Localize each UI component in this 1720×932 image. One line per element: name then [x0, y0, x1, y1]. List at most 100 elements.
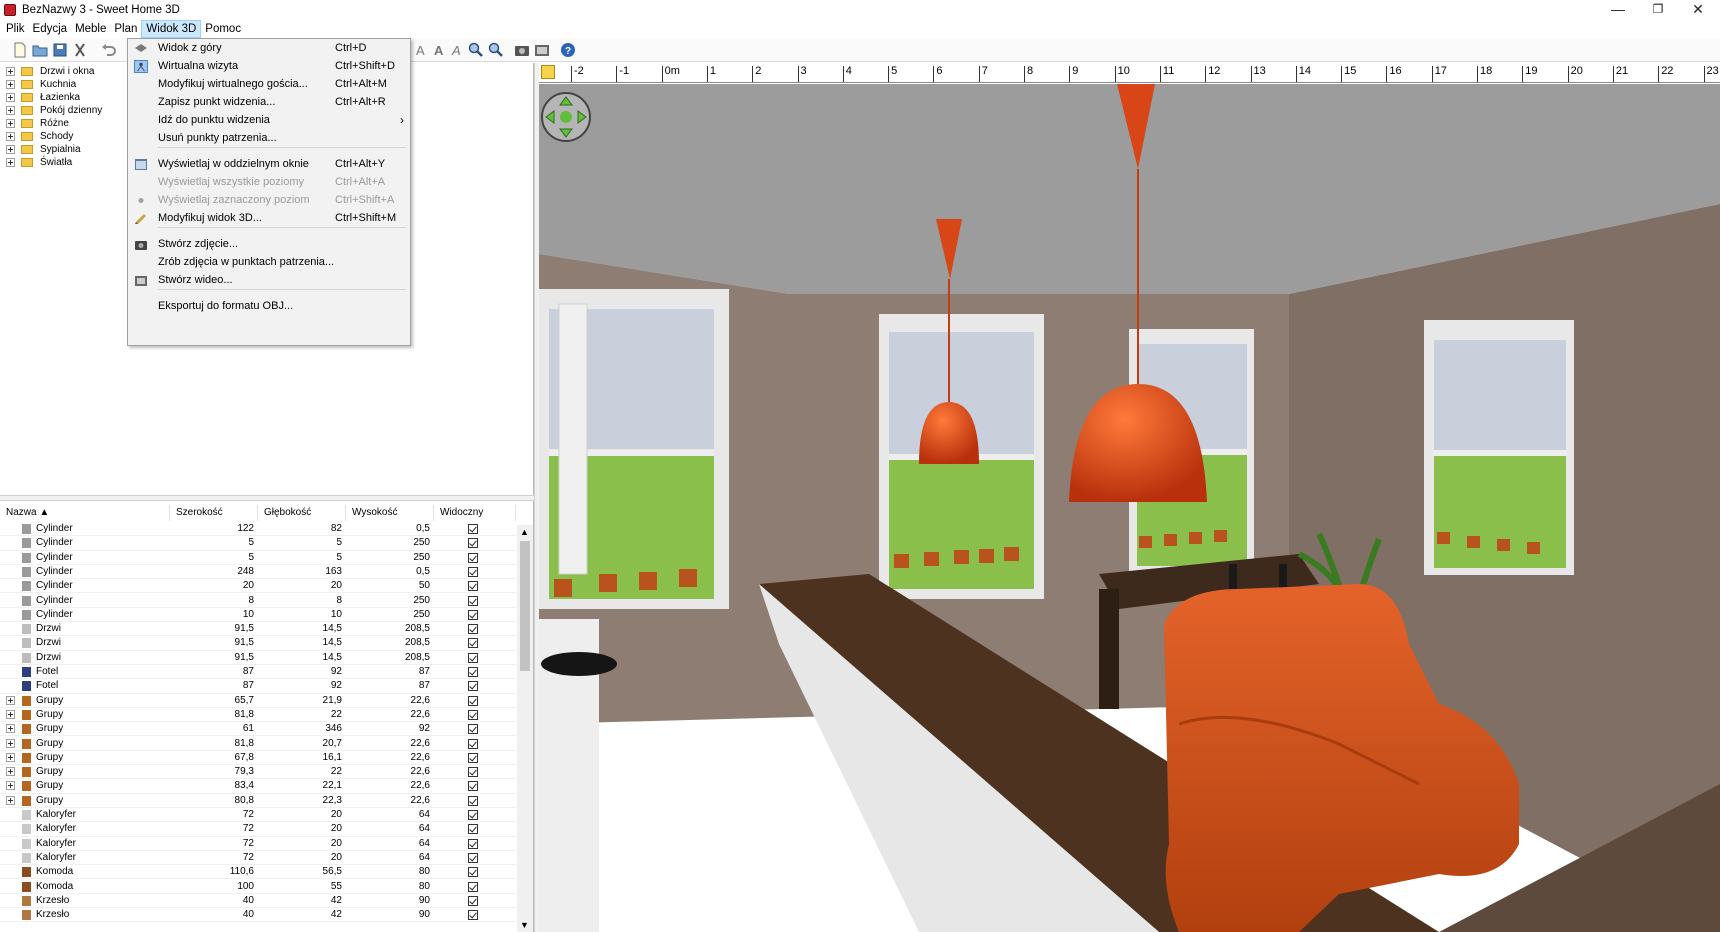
table-row[interactable]: Cylinder 8 8 250 — [0, 594, 516, 608]
visible-checkbox[interactable] — [468, 824, 478, 835]
visible-checkbox[interactable] — [468, 566, 478, 577]
zoom-out-icon[interactable] — [488, 42, 504, 58]
create-photo-icon[interactable] — [514, 42, 530, 58]
menu-edycja[interactable]: Edycja — [29, 20, 72, 38]
visible-checkbox[interactable] — [468, 695, 478, 706]
menu-item-wyswietlaj-w-oddzielnym-oknie[interactable]: Wyświetlaj w oddzielnym oknie Ctrl+Alt+Y — [128, 155, 410, 175]
visible-checkbox[interactable] — [468, 738, 478, 749]
table-row[interactable]: Kaloryfer 72 20 64 — [0, 808, 516, 823]
visible-checkbox[interactable] — [468, 538, 478, 549]
table-row[interactable]: Cylinder 5 5 250 — [0, 551, 516, 565]
expand-icon[interactable] — [6, 724, 15, 734]
column-header-depth[interactable]: Głębokość — [258, 505, 346, 521]
table-row[interactable]: Grupy 81,8 20,7 22,6 — [0, 737, 516, 751]
expand-icon[interactable] — [6, 695, 15, 705]
table-row[interactable]: Grupy 83,4 22,1 22,6 — [0, 779, 516, 794]
catalog-category[interactable]: Różne — [0, 116, 69, 130]
furniture-table[interactable]: Nazwa ▲ Szerokość Głębokość Wysokość Wid… — [0, 501, 534, 932]
expand-icon[interactable] — [6, 781, 15, 791]
visible-checkbox[interactable] — [468, 581, 478, 592]
table-row[interactable]: Kaloryfer 72 20 64 — [0, 851, 516, 866]
visible-checkbox[interactable] — [468, 852, 478, 863]
table-row[interactable]: Drzwi 91,5 14,5 208,5 — [0, 651, 516, 665]
visible-checkbox[interactable] — [468, 595, 478, 606]
table-row[interactable]: Cylinder 248 163 0,5 — [0, 565, 516, 580]
minimize-button[interactable]: — — [1598, 0, 1638, 20]
visible-checkbox[interactable] — [468, 552, 478, 563]
cut-icon[interactable] — [72, 42, 88, 58]
visible-checkbox[interactable] — [468, 724, 478, 735]
scroll-up-arrow-icon[interactable]: ▲ — [520, 527, 529, 537]
italic-text-icon[interactable]: A — [450, 42, 466, 58]
table-row[interactable]: Grupy 65,7 21,9 22,6 — [0, 694, 516, 708]
help-icon[interactable]: ? — [560, 42, 576, 58]
table-row[interactable]: Grupy 67,8 16,1 22,6 — [0, 751, 516, 766]
visible-checkbox[interactable] — [468, 767, 478, 778]
table-row[interactable]: Krzesło 40 42 90 — [0, 894, 516, 909]
visible-checkbox[interactable] — [468, 910, 478, 921]
table-row[interactable]: Grupy 79,3 22 22,6 — [0, 765, 516, 780]
catalog-category[interactable]: Pokój dzienny — [0, 103, 102, 117]
menu-pomoc[interactable]: Pomoc — [201, 20, 245, 38]
visible-checkbox[interactable] — [468, 709, 478, 720]
column-header-name[interactable]: Nazwa ▲ — [0, 505, 170, 521]
menu-item-modyfikuj-widok-3d[interactable]: Modyfikuj widok 3D... Ctrl+Shift+M — [128, 209, 410, 229]
menu-item-eksportuj-do-formatu-obj[interactable]: Eksportuj do formatu OBJ... — [128, 297, 410, 317]
visible-checkbox[interactable] — [468, 609, 478, 620]
table-row[interactable]: Kaloryfer 72 20 64 — [0, 822, 516, 837]
expand-icon[interactable] — [6, 66, 15, 76]
table-row[interactable]: Cylinder 5 5 250 — [0, 536, 516, 551]
navigation-arrows-icon[interactable] — [543, 94, 589, 140]
close-button[interactable]: ✕ — [1678, 0, 1718, 20]
table-row[interactable]: Kaloryfer 72 20 64 — [0, 837, 516, 851]
save-icon[interactable] — [52, 42, 68, 58]
menu-item-widok-z-gory[interactable]: Widok z góry Ctrl+D — [128, 39, 410, 59]
menu-item-stworz-wideo[interactable]: Stwórz wideo... — [128, 271, 410, 291]
visible-checkbox[interactable] — [468, 638, 478, 649]
table-row[interactable]: Cylinder 20 20 50 — [0, 579, 516, 594]
menu-item-idz-do-punktu-widzenia[interactable]: Idź do punktu widzenia › — [128, 111, 410, 131]
table-row[interactable]: Cylinder 122 82 0,5 — [0, 522, 516, 537]
undo-icon[interactable] — [100, 42, 116, 58]
catalog-category[interactable]: Światła — [0, 156, 72, 170]
table-row[interactable]: Krzesło 40 42 90 — [0, 908, 516, 923]
scroll-down-arrow-icon[interactable]: ▼ — [520, 920, 529, 930]
menu-item-usun-punkty-patrzenia[interactable]: Usuń punkty patrzenia... — [128, 129, 410, 149]
bold-text-icon[interactable]: A — [432, 42, 448, 58]
new-file-icon[interactable] — [12, 42, 28, 58]
3d-view[interactable] — [539, 84, 1720, 932]
expand-icon[interactable] — [6, 118, 15, 128]
expand-icon[interactable] — [6, 92, 15, 102]
expand-icon[interactable] — [6, 132, 15, 141]
expand-icon[interactable] — [6, 158, 15, 168]
expand-icon[interactable] — [6, 79, 15, 89]
menu-widok-3d[interactable]: Widok 3D — [141, 20, 202, 38]
text-style-icon[interactable]: A — [414, 42, 430, 58]
visible-checkbox[interactable] — [468, 795, 478, 806]
expand-icon[interactable] — [6, 752, 15, 762]
table-row[interactable]: Fotel 87 92 87 — [0, 665, 516, 680]
visible-checkbox[interactable] — [468, 881, 478, 892]
menu-item-zrob-zdjecia-w-punktach-patrzenia[interactable]: Zrób zdjęcia w punktach patrzenia... — [128, 253, 410, 273]
catalog-category[interactable]: Łazienka — [0, 90, 80, 104]
scrollbar-thumb[interactable] — [520, 541, 530, 671]
visible-checkbox[interactable] — [468, 867, 478, 878]
table-row[interactable]: Grupy 81,8 22 22,6 — [0, 708, 516, 723]
visible-checkbox[interactable] — [468, 810, 478, 820]
expand-icon[interactable] — [6, 709, 15, 719]
visible-checkbox[interactable] — [468, 624, 478, 635]
visible-checkbox[interactable] — [468, 667, 478, 677]
create-video-icon[interactable] — [534, 42, 550, 58]
table-row[interactable]: Drzwi 91,5 14,5 208,5 — [0, 636, 516, 651]
menu-meble[interactable]: Meble — [71, 20, 110, 38]
table-row[interactable]: Fotel 87 92 87 — [0, 679, 516, 694]
navigation-control[interactable] — [541, 92, 591, 142]
menu-item-zapisz-punkt-widzenia[interactable]: Zapisz punkt widzenia... Ctrl+Alt+R — [128, 93, 410, 113]
table-row[interactable]: Komoda 110,6 56,5 80 — [0, 865, 516, 880]
catalog-category[interactable]: Kuchnia — [0, 77, 76, 91]
table-row[interactable]: Komoda 100 55 80 — [0, 880, 516, 894]
catalog-category[interactable]: Drzwi i okna — [0, 64, 94, 78]
menu-plik[interactable]: Plik — [2, 20, 29, 38]
menu-item-modyfikuj-wirtualnego-goscia[interactable]: Modyfikuj wirtualnego gościa... Ctrl+Alt+… — [128, 75, 410, 95]
table-row[interactable]: Drzwi 91,5 14,5 208,5 — [0, 622, 516, 637]
